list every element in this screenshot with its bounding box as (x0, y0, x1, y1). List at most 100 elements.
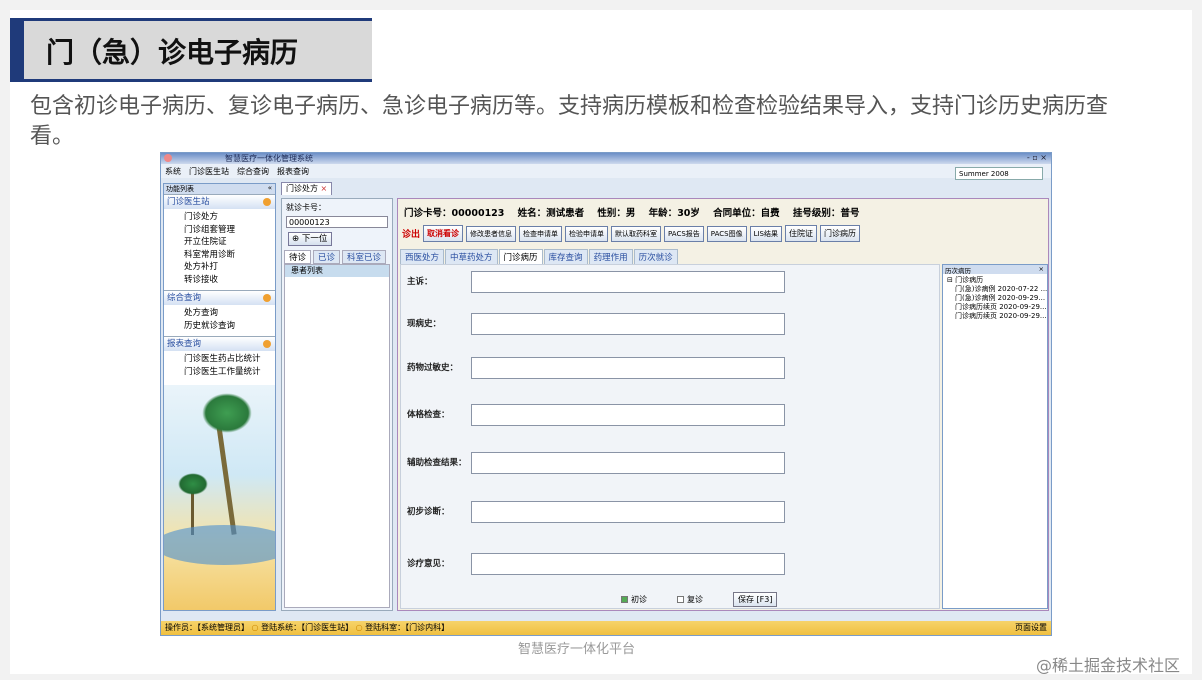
sidebar-item[interactable]: 历史就诊查询 (184, 320, 275, 333)
app-window: 智慧医疗一体化管理系统 - ▫ × 系统 门诊医生站 综合查询 报表查询 Sum… (160, 152, 1052, 636)
group-report-label: 报表查询 (167, 339, 202, 349)
sidebar-item[interactable]: 门诊组套管理 (184, 224, 275, 237)
queue-tabs: 待诊 已诊 科室已诊 (282, 250, 392, 264)
tab-visit-history[interactable]: 历次就诊 (633, 249, 678, 265)
sex-label: 性别： (597, 208, 626, 219)
pacs-report-button[interactable]: PACS报告 (664, 225, 704, 242)
group-outpatient[interactable]: 门诊医生站 (164, 194, 275, 209)
menu-item-system[interactable]: 系统 (165, 166, 181, 177)
tab-waiting[interactable]: 待诊 (284, 250, 312, 264)
document-tabs: 门诊处方 × (281, 182, 333, 196)
allergy-field[interactable] (471, 357, 785, 379)
tab-stock[interactable]: 库存查询 (543, 249, 588, 265)
sidebar-item[interactable]: 门诊医生药占比统计 (184, 353, 275, 366)
sidebar-collapse-icon[interactable]: « (268, 184, 272, 192)
sidebar-item[interactable]: 门诊医生工作量统计 (184, 366, 275, 379)
tree-root[interactable]: ⊟ 门诊病历 (947, 276, 1045, 285)
menu-bar: 系统 门诊医生站 综合查询 报表查询 (161, 164, 1051, 178)
menu-item-report[interactable]: 报表查询 (277, 166, 309, 177)
treatment-advice-field[interactable] (471, 553, 785, 575)
first-visit-checkbox[interactable]: 初诊 (621, 594, 647, 605)
palm-tree-icon (178, 473, 208, 495)
card-number-input[interactable]: 00000123 (286, 216, 388, 228)
sidebar-header-label: 功能列表 (166, 185, 194, 193)
field-label-complaint: 主诉： (407, 277, 433, 287)
page-setup-button[interactable]: 页面设置 (1015, 621, 1047, 635)
sidebar-item[interactable]: 处方查询 (184, 307, 275, 320)
exam-request-button[interactable]: 检查申请单 (519, 225, 563, 242)
menu-item-outpatient[interactable]: 门诊医生站 (189, 166, 229, 177)
status-operator: 操作员：【系统管理员】 (165, 623, 249, 632)
menu-item-query[interactable]: 综合查询 (237, 166, 269, 177)
patient-info: 门诊卡号：00000123 姓名：测试患者 性别：男 年龄：30岁 合同单位：自… (404, 205, 859, 219)
collapse-icon[interactable] (263, 198, 271, 206)
tree-item[interactable]: 门诊病历续页 2020-09-29... (947, 312, 1047, 321)
complaint-field[interactable] (471, 271, 785, 293)
group-report-items: 门诊医生药占比统计 门诊医生工作量统计 (164, 351, 275, 382)
physical-exam-field[interactable] (471, 404, 785, 426)
tab-done[interactable]: 已诊 (313, 250, 341, 264)
aux-exam-field[interactable] (471, 452, 785, 474)
sidebar-item[interactable]: 开立住院证 (184, 236, 275, 249)
sex-value: 男 (625, 208, 636, 219)
outpatient-record-button[interactable]: 门诊病历 (820, 225, 860, 242)
tab-dept-done[interactable]: 科室已诊 (342, 250, 387, 264)
patient-list-header: 患者列表 (285, 265, 389, 277)
slide-footer: 智慧医疗一体化平台 (518, 642, 636, 657)
name-value: 测试患者 (546, 208, 585, 219)
diagnosis-field[interactable] (471, 501, 785, 523)
slide-title: 门（急）诊电子病历 (46, 36, 299, 69)
palm-trunk (216, 425, 237, 535)
sidebar-item[interactable]: 处方补打 (184, 261, 275, 274)
window-controls[interactable]: - ▫ × (1027, 153, 1047, 162)
card-no-value: 00000123 (451, 208, 505, 219)
record-tabs: 西医处方 中草药处方 门诊病历 库存查询 药理作用 历次就诊 (400, 249, 678, 265)
admission-button[interactable]: 住院证 (785, 225, 817, 242)
tree-item[interactable]: 门诊病历续页 2020-09-29... (947, 303, 1047, 312)
theme-select[interactable]: Summer 2008 (955, 167, 1043, 180)
tab-outpatient-record[interactable]: 门诊病历 (498, 249, 543, 265)
tab-western-rx[interactable]: 西医处方 (400, 249, 445, 265)
tab-close-icon[interactable]: × (321, 184, 328, 193)
name-label: 姓名： (517, 208, 547, 219)
tab-prescription-label: 门诊处方 (286, 184, 318, 193)
sidebar-item[interactable]: 转诊接收 (184, 274, 275, 287)
patient-queue-panel: 就诊卡号： 00000123 ⊕ 下一位 待诊 已诊 科室已诊 患者列表 (281, 198, 393, 611)
return-visit-checkbox[interactable]: 复诊 (677, 594, 703, 605)
sidebar-item[interactable]: 科室常用诊断 (184, 249, 275, 262)
visit-type-row: 初诊 复诊 保存 [F3] (621, 592, 778, 607)
save-button[interactable]: 保存 [F3] (733, 592, 778, 607)
close-icon[interactable]: × (1039, 265, 1044, 273)
history-header-label: 历次病历 (945, 267, 971, 275)
checkout-button[interactable]: 诊出 (402, 227, 420, 240)
patient-list[interactable]: 患者列表 (284, 264, 390, 608)
group-query-label: 综合查询 (167, 293, 202, 303)
status-separator-icon: ○ (355, 623, 363, 632)
field-label-allergy: 药物过敏史： (407, 363, 459, 373)
group-outpatient-items: 门诊处方 门诊组套管理 开立住院证 科室常用诊断 处方补打 转诊接收 (164, 209, 275, 290)
app-logo-icon (164, 154, 172, 162)
edit-patient-button[interactable]: 修改患者信息 (466, 225, 517, 242)
collapse-icon[interactable] (263, 340, 271, 348)
next-patient-button[interactable]: ⊕ 下一位 (288, 232, 332, 246)
collapse-icon[interactable] (263, 294, 271, 302)
group-query[interactable]: 综合查询 (164, 290, 275, 305)
lis-result-button[interactable]: LIS结果 (749, 225, 782, 242)
present-illness-field[interactable] (471, 313, 785, 335)
field-label-physical: 体格检查： (407, 410, 450, 420)
tree-item[interactable]: 门(急)诊病例 2020-09-29... (947, 294, 1045, 303)
group-report[interactable]: 报表查询 (164, 336, 275, 351)
tree-item[interactable]: 门(急)诊病例 2020-07-22 ... (947, 285, 1047, 294)
sidebar-item[interactable]: 门诊处方 (184, 211, 275, 224)
pharmacy-button[interactable]: 默认取药科室 (611, 225, 662, 242)
lab-request-button[interactable]: 检验申请单 (565, 225, 609, 242)
tab-prescription[interactable]: 门诊处方 × (281, 182, 333, 195)
tab-herbal-rx[interactable]: 中草药处方 (445, 249, 498, 265)
reg-label: 挂号级别： (792, 208, 841, 219)
pacs-image-button[interactable]: PACS图像 (706, 225, 747, 242)
cancel-visit-button[interactable]: 取消看诊 (423, 225, 464, 242)
app-title: 智慧医疗一体化管理系统 (225, 154, 313, 163)
status-separator-icon: ○ (251, 623, 259, 632)
tab-pharmacology[interactable]: 药理作用 (588, 249, 633, 265)
function-sidebar: 功能列表 « 门诊医生站 门诊处方 门诊组套管理 开立住院证 科室常用诊断 处方补… (163, 183, 276, 611)
